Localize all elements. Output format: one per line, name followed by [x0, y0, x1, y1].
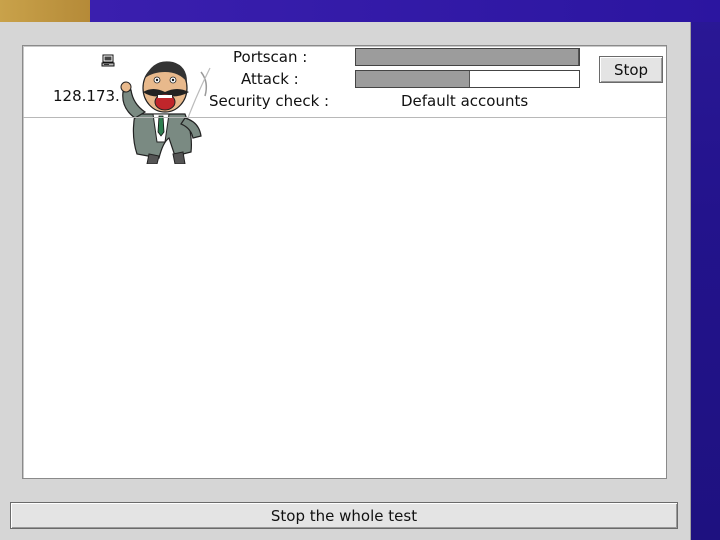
- portscan-label: Portscan :: [233, 48, 308, 66]
- host-ip-address: 128.173.: [53, 87, 120, 105]
- security-check-label: Security check :: [209, 92, 330, 110]
- stop-button[interactable]: Stop: [599, 56, 663, 83]
- attack-progress-bar: [355, 70, 580, 88]
- slide-title-band: [90, 0, 720, 22]
- scan-results-panel: 128.173. Portscan: Attack: Security ch…: [22, 45, 667, 479]
- shouting-character-icon: [120, 61, 211, 164]
- stop-whole-test-button[interactable]: Stop the whole test: [10, 502, 678, 529]
- portscan-progress-bar: [355, 48, 580, 66]
- slide-accent-bar: [0, 0, 90, 22]
- security-check-value: Default accounts: [401, 92, 529, 110]
- scanner-window: 128.173. Portscan: Attack: Security ch…: [0, 22, 691, 540]
- attack-progress-fill: [356, 71, 470, 87]
- portscan-progress-fill: [356, 49, 579, 65]
- attack-label: Attack :: [241, 70, 299, 88]
- panel-divider: [23, 117, 666, 118]
